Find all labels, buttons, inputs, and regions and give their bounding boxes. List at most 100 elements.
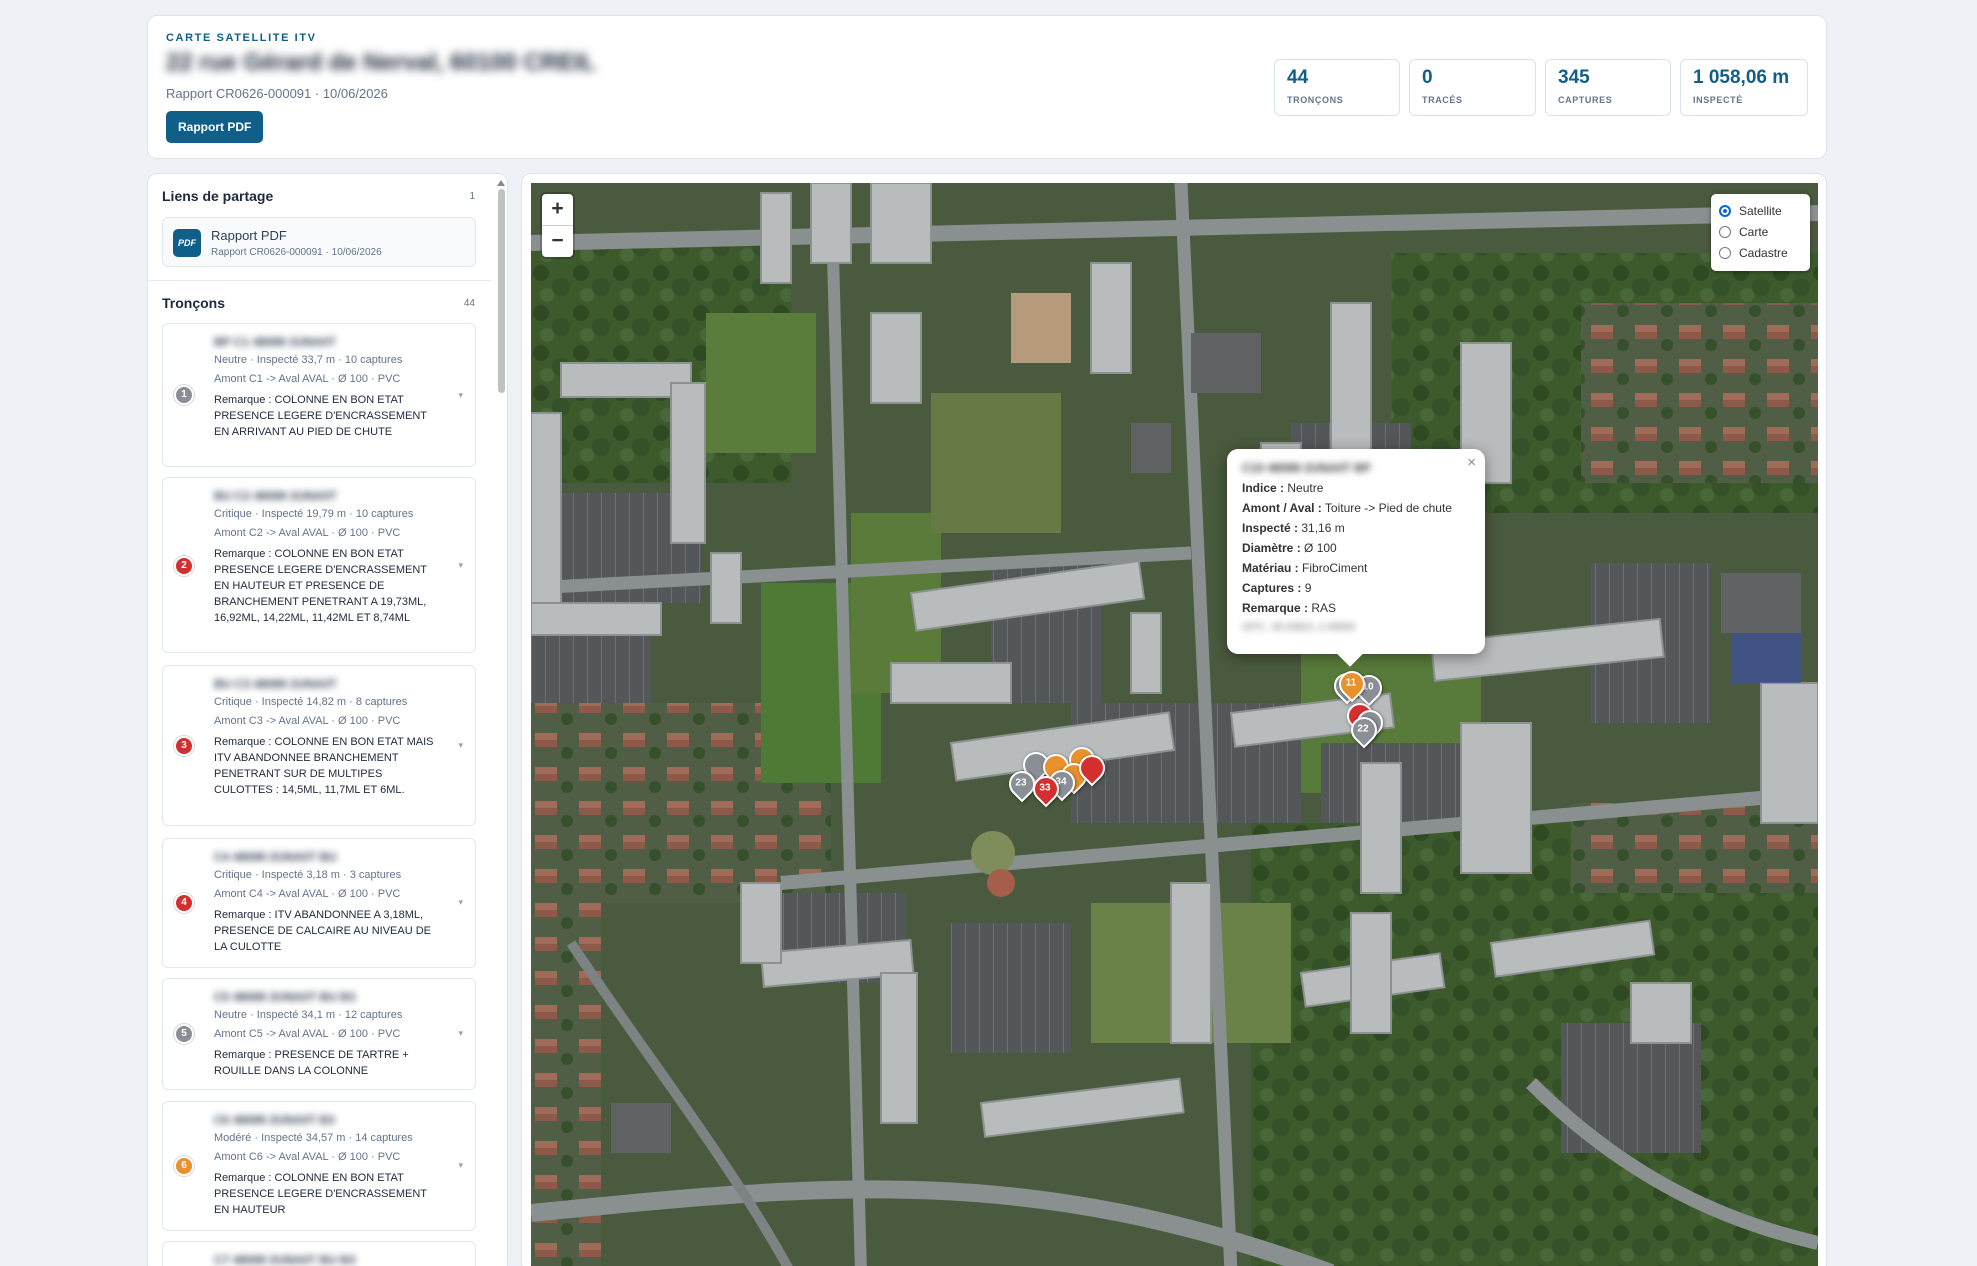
chevron-down-icon[interactable]: ▾ xyxy=(458,1028,463,1039)
segment-remark: Remarque : COLONNE EN BON ETAT PRESENCE … xyxy=(214,392,444,440)
segment-meta: Neutre · Inspecté 34,1 m · 12 captures xyxy=(214,1009,403,1021)
segment-number-badge: 3 xyxy=(174,736,194,756)
segment-name: C7 48089 2UNA0T BU B3 xyxy=(214,1253,356,1266)
zoom-in-button[interactable]: + xyxy=(542,194,573,225)
segment-name: BU C3 48089 2UNA0T xyxy=(214,677,337,691)
stat-traces: 0 TRACÉS xyxy=(1409,59,1536,116)
popup-value: 31,16 m xyxy=(1301,521,1345,535)
popup-label: Remarque : xyxy=(1242,601,1309,615)
segment-path: Amont C1 -> Aval AVAL · Ø 100 · PVC xyxy=(214,373,401,385)
segment-card[interactable]: BU C3 48089 2UNA0T Critique · Inspecté 1… xyxy=(162,665,476,826)
popup-row: Matériau : FibroCiment xyxy=(1242,558,1470,578)
chevron-down-icon[interactable]: ▾ xyxy=(458,1160,463,1171)
popup-label: Amont / Aval : xyxy=(1242,501,1322,515)
popup-row: Remarque : RAS xyxy=(1242,598,1470,618)
page-title: 22 rue Gérard de Nerval, 60100 CREIL xyxy=(166,49,596,76)
segment-number-badge: 6 xyxy=(174,1156,194,1176)
popup-label: Diamètre : xyxy=(1242,541,1301,555)
stat-value: 0 xyxy=(1422,67,1433,88)
chevron-down-icon[interactable]: ▾ xyxy=(458,740,463,751)
popup-label: Captures : xyxy=(1242,581,1302,595)
stat-segments: 44 TRONÇONS xyxy=(1274,59,1400,116)
remark-label: Remarque : xyxy=(214,394,272,406)
layer-label: Carte xyxy=(1739,224,1769,239)
popup-label: Inspecté : xyxy=(1242,521,1299,535)
stat-label: CAPTURES xyxy=(1558,95,1613,105)
segment-meta: Neutre · Inspecté 33,7 m · 10 captures xyxy=(214,354,403,366)
radio-button[interactable] xyxy=(1719,246,1731,259)
segment-path: Amont C5 -> Aval AVAL · Ø 100 · PVC xyxy=(214,1028,401,1040)
scroll-up-icon[interactable] xyxy=(497,180,505,186)
marker-number: 22 xyxy=(1357,723,1369,735)
segment-remark: Remarque : PRESENCE DE TARTRE + ROUILLE … xyxy=(214,1047,444,1079)
popup-row: Amont / Aval : Toiture -> Pied de chute xyxy=(1242,498,1470,518)
stat-label: TRONÇONS xyxy=(1287,95,1344,105)
layer-option-satellite[interactable]: Satellite xyxy=(1719,200,1802,221)
remark-label: Remarque : xyxy=(214,1049,272,1061)
chevron-down-icon[interactable]: ▾ xyxy=(458,897,463,908)
segment-card[interactable]: BP C1 48089 2UNA0T Neutre · Inspecté 33,… xyxy=(162,323,476,467)
zoom-out-button[interactable]: − xyxy=(542,225,573,256)
zoom-control: + − xyxy=(542,194,573,257)
layer-option-map[interactable]: Carte xyxy=(1719,221,1802,242)
share-links-count: 1 xyxy=(469,191,475,202)
sidebar[interactable]: Liens de partage 1 PDF Rapport PDF Rappo… xyxy=(147,173,508,1266)
layer-label: Satellite xyxy=(1739,203,1782,218)
segments-count: 44 xyxy=(463,298,475,309)
radio-button[interactable] xyxy=(1719,225,1731,238)
remark-label: Remarque : xyxy=(214,736,272,748)
popup-value: FibroCiment xyxy=(1302,561,1368,575)
segment-remark: Remarque : COLONNE EN BON ETAT PRESENCE … xyxy=(214,1170,444,1218)
segment-path: Amont C3 -> Aval AVAL · Ø 100 · PVC xyxy=(214,715,401,727)
segment-card[interactable]: C7 48089 2UNA0T BU B3 xyxy=(162,1241,476,1266)
pdf-icon: PDF xyxy=(173,229,201,257)
page-eyebrow: CARTE SATELLITE ITV xyxy=(166,32,317,44)
stat-label: INSPECTÉ xyxy=(1693,95,1743,105)
segment-number-badge: 2 xyxy=(174,556,194,576)
popup-label: Matériau : xyxy=(1242,561,1299,575)
segment-card[interactable]: C5 48089 2UNA0T BU B3 Neutre · Inspecté … xyxy=(162,978,476,1090)
layer-option-cadastre[interactable]: Cadastre xyxy=(1719,242,1802,263)
segment-path: Amont C4 -> Aval AVAL · Ø 100 · PVC xyxy=(214,888,401,900)
popup-row: Inspecté : 31,16 m xyxy=(1242,518,1470,538)
satellite-map[interactable]: + − Satellite Carte Cadastre 10 11 22 23… xyxy=(531,183,1818,1266)
satellite-imagery xyxy=(531,183,1818,1266)
remark-label: Remarque : xyxy=(214,909,272,921)
stat-label: TRACÉS xyxy=(1422,95,1463,105)
marker-number: 11 xyxy=(1345,677,1357,689)
segment-meta: Critique · Inspecté 14,82 m · 8 captures xyxy=(214,696,408,708)
segment-popup: × C10 48089 2UNA0T BP Indice : Neutre Am… xyxy=(1227,449,1485,667)
share-link-subtitle: Rapport CR0626-000091 · 10/06/2026 xyxy=(211,247,382,258)
popup-value: Neutre xyxy=(1287,481,1324,495)
share-links-title: Liens de partage xyxy=(162,188,274,204)
segment-name: C6 48089 2UNA0T B3 xyxy=(214,1113,335,1127)
segment-remark: Remarque : COLONNE EN BON ETAT MAIS ITV … xyxy=(214,734,444,798)
chevron-down-icon[interactable]: ▾ xyxy=(458,390,463,401)
popup-row: Diamètre : Ø 100 xyxy=(1242,538,1470,558)
segment-meta: Critique · Inspecté 19,79 m · 10 capture… xyxy=(214,508,414,520)
sidebar-scrollbar[interactable] xyxy=(497,180,505,1266)
remark-label: Remarque : xyxy=(214,1172,272,1184)
segment-card[interactable]: C6 48089 2UNA0T B3 Modéré · Inspecté 34,… xyxy=(162,1101,476,1231)
report-reference: Rapport CR0626-000091 · 10/06/2026 xyxy=(166,86,388,101)
share-link-pdf[interactable]: PDF Rapport PDF Rapport CR0626-000091 · … xyxy=(162,217,476,267)
segments-title: Tronçons xyxy=(162,295,226,311)
scroll-thumb[interactable] xyxy=(497,189,505,393)
chevron-down-icon[interactable]: ▾ xyxy=(458,560,463,571)
divider xyxy=(148,280,491,281)
layer-switcher: Satellite Carte Cadastre xyxy=(1711,194,1810,271)
pdf-report-button[interactable]: Rapport PDF xyxy=(166,111,264,143)
segment-name: C4 48089 2UNA0T BU xyxy=(214,850,337,864)
popup-gps: GPS : 49.25822, 2.48093 xyxy=(1242,622,1355,633)
stat-captures: 345 CAPTURES xyxy=(1545,59,1671,116)
popup-label: Indice : xyxy=(1242,481,1285,495)
stat-value: 345 xyxy=(1558,67,1590,88)
layer-label: Cadastre xyxy=(1739,245,1788,260)
stat-value: 44 xyxy=(1287,67,1309,88)
segment-meta: Critique · Inspecté 3,18 m · 3 captures xyxy=(214,869,402,881)
segment-card[interactable]: C4 48089 2UNA0T BU Critique · Inspecté 3… xyxy=(162,838,476,968)
radio-button[interactable] xyxy=(1719,204,1731,217)
segment-name: C5 48089 2UNA0T BU B3 xyxy=(214,990,356,1004)
segment-card[interactable]: BU C2 48089 2UNA0T Critique · Inspecté 1… xyxy=(162,477,476,653)
popup-value: 9 xyxy=(1304,581,1312,595)
